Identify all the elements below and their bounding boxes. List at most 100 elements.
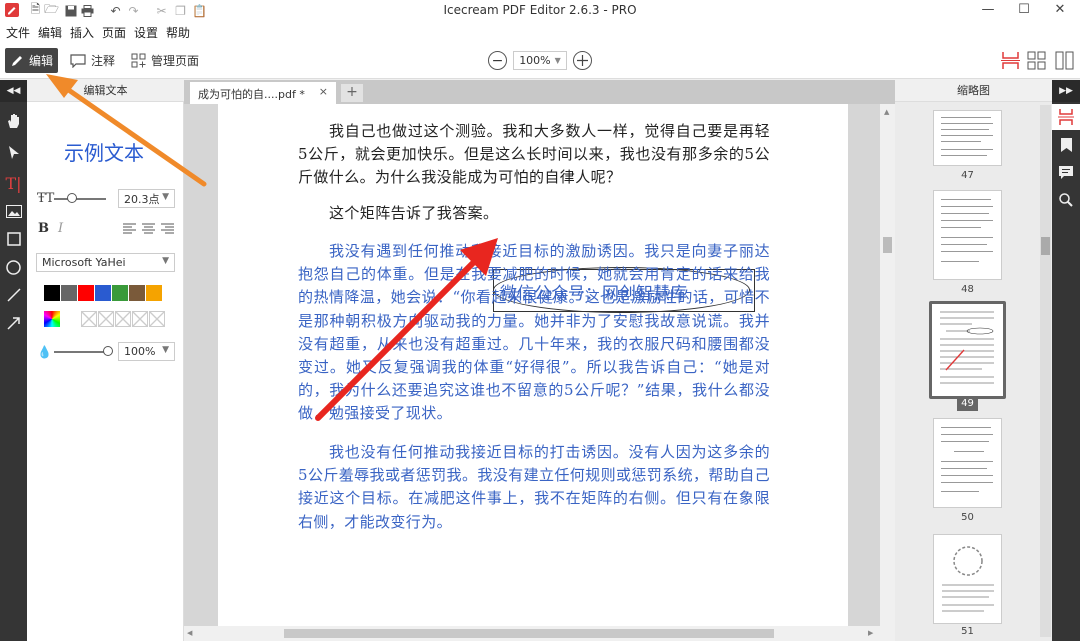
vertical-scroll-thumb[interactable] — [883, 237, 892, 253]
document-area: 成为可怕的自....pdf * × + 我自己也做过这个测验。我和大多数人一样，… — [184, 80, 895, 641]
manage-pages-label: 管理页面 — [151, 54, 200, 68]
font-size-slider[interactable] — [54, 198, 106, 200]
opacity-slider[interactable] — [54, 351, 108, 353]
color-swatch[interactable] — [129, 285, 145, 301]
align-right-icon[interactable] — [161, 223, 174, 237]
zoom-select[interactable]: 100% ▼ — [513, 51, 567, 70]
zoom-out-icon[interactable]: − — [488, 51, 507, 70]
edit-mode-button[interactable]: 编辑 — [5, 48, 59, 73]
empty-color-swatch[interactable] — [132, 311, 148, 327]
chevron-down-icon: ▼ — [162, 256, 169, 266]
text-tool-icon[interactable]: T| — [0, 170, 27, 196]
collapse-panel-icon[interactable]: ◀◀ — [0, 80, 27, 102]
thumbnail-page-active[interactable] — [929, 301, 1006, 399]
expand-panel-icon[interactable]: ▶▶ — [1052, 80, 1080, 102]
empty-color-swatch[interactable] — [149, 311, 165, 327]
color-swatch[interactable] — [78, 285, 94, 301]
opacity-slider-handle[interactable] — [103, 346, 113, 356]
empty-color-swatch[interactable] — [81, 311, 97, 327]
document-tab[interactable]: 成为可怕的自....pdf * × — [190, 82, 336, 104]
opacity-value: 100% — [124, 345, 156, 358]
thumbnail-header: 缩略图 — [895, 80, 1052, 102]
color-swatch[interactable] — [112, 285, 128, 301]
color-swatch[interactable] — [146, 285, 162, 301]
menu-insert[interactable]: 插入 — [70, 24, 94, 41]
annotate-mode-label: 注释 — [91, 54, 116, 68]
add-tab-button[interactable]: + — [341, 84, 363, 102]
paragraph-4[interactable]: 我也没有任何推动我接近目标的打击诱因。没有人因为这多余的5公斤羞辱我或者惩罚我。… — [298, 441, 770, 534]
color-swatch[interactable] — [44, 285, 60, 301]
title-bar: 🗎 🗁 ↶ ↷ ✂ ❐ 📋 Icecream PDF Editor 2.6.3 … — [0, 0, 1080, 22]
thumbnail-page-number: 51 — [961, 626, 974, 637]
menu-settings[interactable]: 设置 — [134, 24, 158, 41]
image-tool-icon[interactable] — [0, 198, 27, 224]
chevron-down-icon: ▼ — [162, 345, 169, 355]
font-size-icon: ŦT — [37, 191, 55, 206]
color-swatch[interactable] — [61, 285, 77, 301]
empty-color-swatch[interactable] — [98, 311, 114, 327]
paragraph-2[interactable]: 这个矩阵告诉了我答案。 — [298, 202, 770, 225]
vertical-scrollbar[interactable]: ▲ — [880, 104, 895, 641]
select-tool-icon[interactable] — [0, 140, 27, 166]
rectangle-tool-icon[interactable] — [0, 226, 27, 252]
edit-mode-label: 编辑 — [29, 54, 54, 68]
opacity-select[interactable]: 100% ▼ — [118, 342, 175, 361]
paragraph-1[interactable]: 我自己也做过这个测验。我和大多数人一样，觉得自己要是再轻5公斤，就会更加快乐。但… — [298, 120, 770, 190]
thumbnail-page[interactable] — [933, 534, 1002, 624]
sample-text-preview: 示例文本 — [64, 141, 144, 165]
comments-icon[interactable] — [1052, 160, 1080, 186]
hand-tool-icon[interactable] — [0, 108, 27, 134]
grid-view-icon[interactable] — [1027, 51, 1046, 70]
two-page-view-icon[interactable] — [1055, 51, 1074, 70]
thumbnail-scroll-thumb[interactable] — [1041, 237, 1050, 255]
align-left-icon[interactable] — [123, 223, 136, 237]
font-family-select[interactable]: Microsoft YaHei ▼ — [36, 253, 175, 272]
scroll-right-icon[interactable]: ▶ — [868, 629, 873, 637]
document-tab-title: 成为可怕的自....pdf * — [198, 88, 305, 101]
maximize-icon[interactable]: ☐ — [1009, 2, 1039, 20]
chevron-down-icon: ▼ — [554, 56, 561, 65]
scroll-up-icon[interactable]: ▲ — [884, 108, 889, 116]
zoom-fit-icon[interactable] — [573, 51, 592, 70]
line-tool-icon[interactable] — [0, 282, 27, 308]
zoom-value: 100% — [519, 54, 551, 67]
thumbnail-page[interactable] — [933, 418, 1002, 508]
horizontal-scroll-thumb[interactable] — [284, 629, 774, 638]
thumbnail-scrollbar[interactable] — [1040, 105, 1051, 637]
italic-button[interactable]: I — [58, 221, 63, 236]
bookmark-icon[interactable] — [1052, 132, 1080, 158]
close-tab-icon[interactable]: × — [319, 85, 328, 98]
edit-text-panel: 编辑文本 示例文本 ŦT 20.3点 ▼ B I Microsoft YaHei… — [27, 80, 184, 641]
pdf-page[interactable]: 我自己也做过这个测验。我和大多数人一样，觉得自己要是再轻5公斤，就会更加快乐。但… — [218, 104, 848, 634]
manage-pages-button[interactable]: 管理页面 — [126, 48, 204, 73]
bold-button[interactable]: B — [38, 221, 49, 236]
scroll-left-icon[interactable]: ◀ — [187, 629, 192, 637]
color-swatch[interactable] — [95, 285, 111, 301]
paragraph-3[interactable]: 我没有遇到任何推动我接近目标的激励诱因。我只是向妻子丽达抱怨自己的体重。但是在我… — [298, 240, 770, 426]
font-size-slider-handle[interactable] — [67, 193, 77, 203]
menu-edit[interactable]: 编辑 — [38, 24, 62, 41]
thumbnails-toggle-icon[interactable] — [1052, 104, 1080, 130]
right-toolbar: ▶▶ — [1052, 80, 1080, 641]
close-window-icon[interactable]: ✕ — [1045, 2, 1075, 20]
menu-file[interactable]: 文件 — [6, 24, 30, 41]
pencil-icon — [12, 55, 22, 66]
single-page-view-icon[interactable] — [1001, 51, 1020, 70]
horizontal-scrollbar[interactable]: ◀ ▶ — [184, 626, 880, 641]
arrow-tool-icon[interactable] — [0, 310, 27, 336]
menu-page[interactable]: 页面 — [102, 24, 126, 41]
comment-icon — [70, 53, 86, 68]
minimize-icon[interactable]: — — [973, 2, 1003, 20]
search-icon[interactable] — [1052, 187, 1080, 213]
annotate-mode-button[interactable]: 注释 — [65, 48, 120, 73]
menu-bar: 文件 编辑 插入 页面 设置 帮助 — [0, 22, 1080, 42]
font-size-select[interactable]: 20.3点 ▼ — [118, 189, 175, 208]
font-size-value: 20.3点 — [124, 192, 160, 206]
thumbnail-page[interactable] — [933, 110, 1002, 166]
menu-help[interactable]: 帮助 — [166, 24, 190, 41]
align-center-icon[interactable] — [142, 223, 155, 237]
ellipse-tool-icon[interactable] — [0, 254, 27, 280]
empty-color-swatch[interactable] — [115, 311, 131, 327]
custom-color-icon[interactable] — [44, 311, 60, 327]
thumbnail-page[interactable] — [933, 190, 1002, 280]
